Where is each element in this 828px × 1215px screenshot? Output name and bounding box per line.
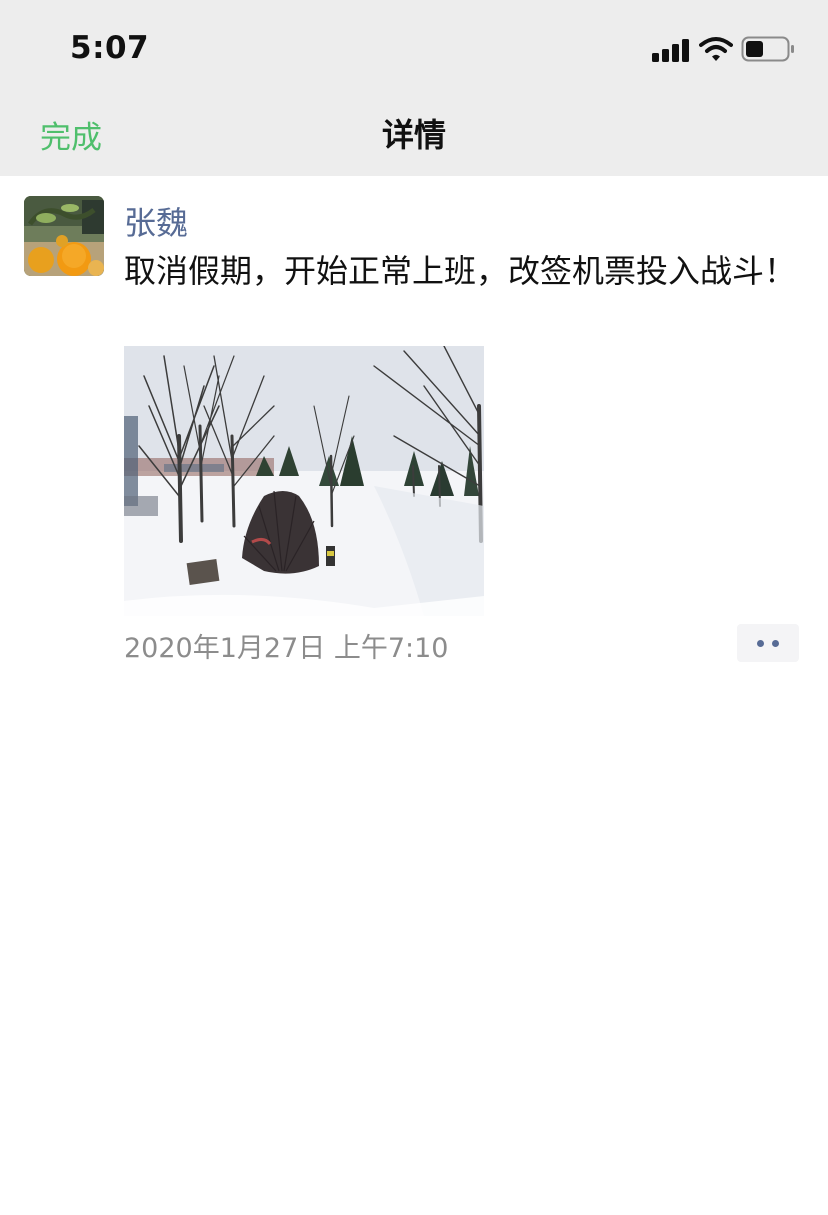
nav-bar: 完成 详情 — [0, 96, 828, 176]
snowy-park-photo — [124, 346, 484, 616]
post-text: 取消假期，开始正常上班，改签机票投入战斗！ — [124, 252, 797, 290]
post-photo[interactable] — [124, 346, 484, 616]
author-name[interactable]: 张魏 — [124, 198, 188, 244]
status-time: 5:07 — [70, 30, 150, 66]
more-dots-icon[interactable] — [737, 624, 799, 662]
signal-icon — [652, 38, 692, 62]
battery-icon — [741, 36, 794, 62]
avatar[interactable] — [24, 196, 104, 276]
avatar-image — [24, 196, 104, 276]
wifi-icon — [699, 37, 733, 61]
status-bar: 5:07 — [0, 0, 828, 96]
page-title: 详情 — [381, 116, 446, 154]
post-timestamp: 2020年1月27日 上午7:10 — [124, 633, 449, 664]
top-area: 5:07 完成 详情 — [0, 0, 828, 176]
